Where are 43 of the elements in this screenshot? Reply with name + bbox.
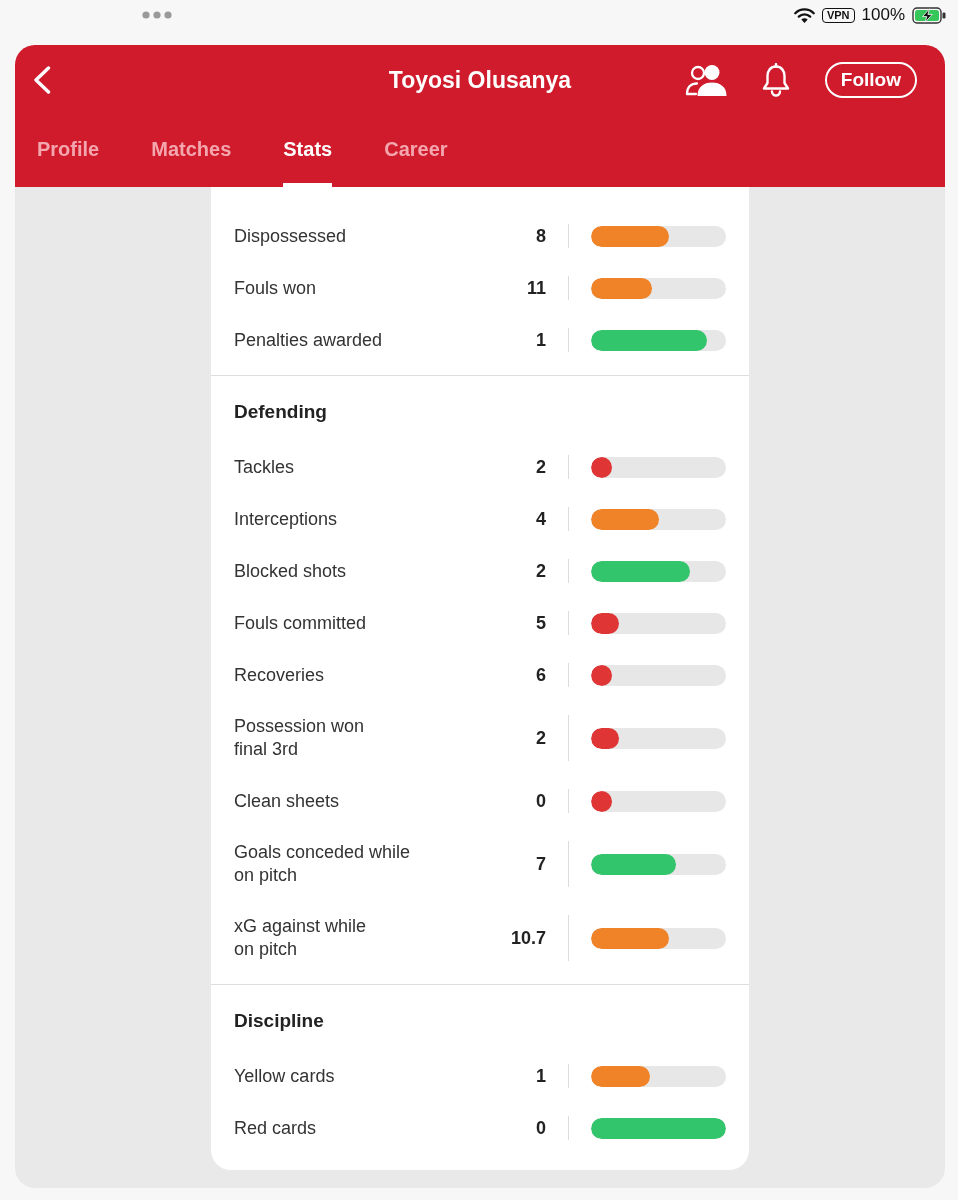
stat-label: Red cards (234, 1116, 318, 1140)
stat-label: Dispossessed (234, 224, 348, 248)
vpn-badge: VPN (821, 7, 855, 23)
stat-value: 2 (536, 727, 546, 750)
stat-value: 1 (536, 1065, 546, 1088)
stat-label: Interceptions (234, 507, 339, 531)
section-heading: Defending (234, 400, 328, 424)
stat-label: xG against while on pitch (234, 915, 368, 961)
tab[interactable]: Matches (151, 115, 232, 187)
battery-percent: 100% (861, 5, 905, 25)
stat-label: Goals conceded while on pitch (234, 841, 412, 887)
people-icon[interactable] (684, 64, 727, 96)
section-heading: Discipline (234, 1009, 325, 1033)
stat-value: 4 (536, 508, 546, 531)
stat-label: Possession won final 3rd (234, 715, 366, 761)
stat-value: 2 (536, 456, 546, 479)
follow-button[interactable]: Follow (824, 62, 917, 98)
stat-value: 2 (536, 560, 546, 583)
stat-value: 7 (536, 853, 546, 876)
stat-label: Yellow cards (234, 1064, 336, 1088)
wifi-icon (793, 7, 815, 23)
tab[interactable]: Profile (37, 115, 100, 187)
stat-label: Fouls committed (234, 611, 368, 635)
stat-value: 6 (536, 664, 546, 687)
player-name: Toyosi Olusanya (388, 66, 572, 94)
stat-value: 8 (536, 225, 546, 248)
stat-value: 0 (536, 790, 546, 813)
stat-label: Recoveries (234, 663, 326, 687)
bell-icon[interactable] (760, 63, 791, 97)
stat-label: Penalties awarded (234, 328, 384, 352)
stat-value: 10.7 (510, 927, 546, 950)
stat-label: Clean sheets (234, 789, 341, 813)
stat-value: 5 (536, 612, 546, 635)
more-dots-icon[interactable] (142, 11, 172, 19)
battery-icon (912, 6, 946, 24)
tab[interactable]: Career (384, 115, 448, 187)
stat-label: Blocked shots (234, 559, 348, 583)
stat-value: 0 (536, 1117, 546, 1140)
stat-label: Tackles (234, 455, 296, 479)
stat-label: Fouls won (234, 276, 318, 300)
stat-value: 1 (536, 329, 546, 352)
back-chevron-icon[interactable] (33, 66, 51, 94)
stat-value: 11 (526, 277, 546, 300)
